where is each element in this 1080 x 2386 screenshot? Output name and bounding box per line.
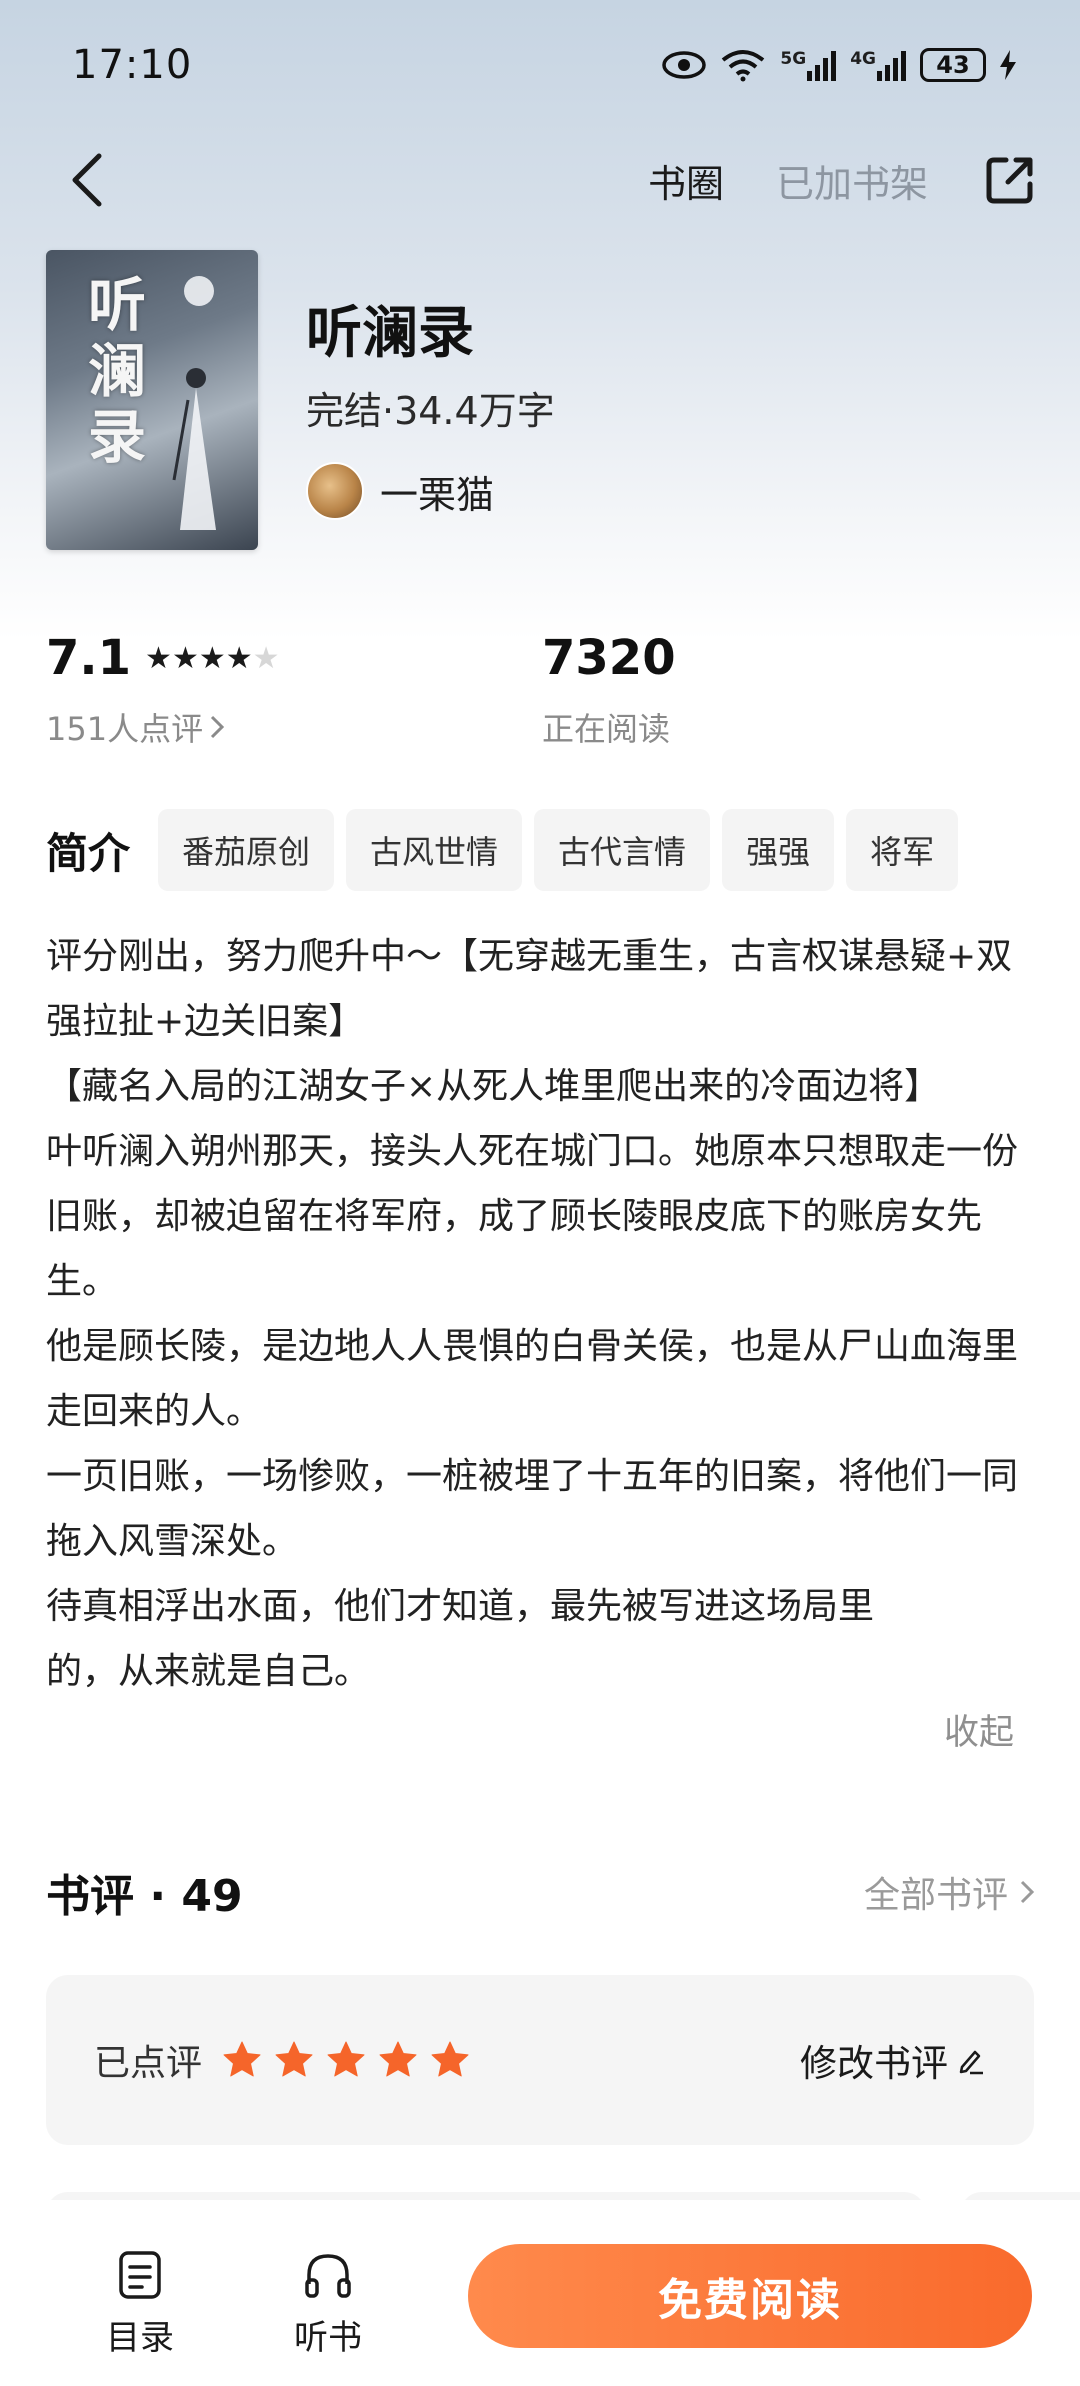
star-filled-icon: ★ (145, 640, 172, 676)
rating-stars: ★ ★ ★ ★ ★ (145, 641, 280, 676)
signal-4g-icon: 4G (850, 49, 906, 81)
free-read-button[interactable]: 免费阅读 (468, 2244, 1032, 2348)
tag-fanqie-original[interactable]: 番茄原创 (158, 809, 335, 891)
share-button[interactable] (980, 150, 1040, 210)
my-review-label: 已点评 (94, 2043, 203, 2084)
cover-figure-illustration (172, 368, 216, 530)
list-icon (119, 2251, 161, 2299)
added-to-shelf-button[interactable]: 已加书架 (776, 153, 928, 208)
toc-label: 目录 (106, 2318, 174, 2358)
readers-block: 7320 正在阅读 (542, 630, 676, 750)
status-bar: 17:10 5G 4G 43 (0, 0, 1080, 130)
rating-count-link[interactable]: 151人点评 (46, 704, 280, 750)
cover-moon (184, 276, 214, 306)
listen-label: 听书 (294, 2318, 362, 2358)
rating-block[interactable]: 7.1 ★ ★ ★ ★ ★ 151人点评 (46, 630, 280, 750)
tag-ancient-style[interactable]: 古风世情 (346, 809, 523, 891)
synopsis-paragraph: 他是顾长陵，是边地人人畏惧的白骨关侯，也是从尸山血海里走回来的人。 (46, 1326, 1019, 1432)
readers-count: 7320 (542, 630, 676, 686)
battery-level: 43 (936, 51, 970, 79)
tag-ancient-romance[interactable]: 古代言情 (534, 809, 711, 891)
intro-row: 简介 番茄原创 古风世情 古代言情 强强 将军 (46, 808, 1046, 892)
author-name: 一栗猫 (380, 472, 495, 517)
toc-button[interactable]: 目录 (80, 2250, 200, 2359)
rating-score: 7.1 (46, 630, 132, 686)
my-review-card: 已点评 修改书评 (46, 1975, 1034, 2145)
eye-icon (662, 50, 707, 80)
my-review-stars[interactable] (222, 2040, 470, 2080)
book-status: 完结·34.4万字 (306, 389, 555, 433)
synopsis-paragraph: 【藏名入局的江湖女子×从死人堆里爬出来的冷面边将】 (46, 1066, 941, 1107)
edit-review-label: 修改书评 (800, 2042, 948, 2085)
book-stats: 7.1 ★ ★ ★ ★ ★ 151人点评 7320 正在阅读 (46, 630, 1046, 750)
signal-5g-label: 5G (780, 49, 807, 69)
status-time: 17:10 (72, 42, 193, 88)
star-icon[interactable] (378, 2040, 418, 2080)
nav-bar: 书圈 已加书架 (0, 130, 1080, 230)
tag-strong-strong[interactable]: 强强 (722, 809, 835, 891)
synopsis-paragraph: 一页旧账，一场惨败，一桩被埋了十五年的旧案，将他们一同拖入风雪深处。 (46, 1456, 1019, 1562)
tag-general[interactable]: 将军 (846, 809, 959, 891)
star-icon[interactable] (222, 2040, 262, 2080)
wifi-icon (720, 48, 766, 82)
chevron-right-icon (211, 715, 225, 739)
back-button[interactable] (56, 150, 116, 210)
star-filled-icon: ★ (171, 640, 199, 676)
edit-review-button[interactable]: 修改书评 (800, 2033, 986, 2087)
reviews-title: 书评 · 49 (46, 1871, 243, 1922)
all-reviews-label: 全部书评 (863, 1875, 1008, 1916)
star-filled-icon: ★ (225, 640, 253, 676)
synopsis-paragraph: 叶听澜入朔州那天，接头人死在城门口。她原本只想取走一份旧账，却被迫留在将军府，成… (46, 1131, 1019, 1302)
author-link[interactable]: 一栗猫 (306, 462, 494, 520)
battery-icon: 43 (920, 48, 986, 82)
nav-actions: 书圈 已加书架 (648, 150, 1040, 210)
synopsis-paragraph: 评分刚出，努力爬升中～【无穿越无重生，古言权谋悬疑+双强拉扯+边关旧案】 (46, 936, 1013, 1042)
star-icon[interactable] (274, 2040, 314, 2080)
signal-4g-label: 4G (850, 49, 876, 69)
bottom-action-bar: 目录 听书 免费阅读 (0, 2200, 1080, 2386)
share-icon (986, 157, 1033, 204)
intro-heading: 简介 (46, 828, 131, 878)
collapse-button[interactable]: 收起 (944, 1704, 1014, 1755)
star-icon[interactable] (430, 2040, 470, 2080)
star-filled-icon: ★ (198, 640, 226, 676)
rating-count: 151人点评 (46, 710, 204, 748)
readers-label: 正在阅读 (542, 710, 671, 748)
all-reviews-link[interactable]: 全部书评 (864, 1866, 1036, 1918)
book-header: 听澜录 听澜录 完结·34.4万字 一栗猫 (46, 250, 1046, 550)
rating-row: 7.1 ★ ★ ★ ★ ★ (46, 630, 280, 686)
chevron-left-icon (72, 153, 102, 207)
listen-button[interactable]: 听书 (268, 2250, 388, 2359)
chevron-right-icon (1020, 1880, 1035, 1904)
pencil-icon (959, 2050, 983, 2075)
signal-5g-icon: 5G (780, 49, 837, 81)
headphones-icon (305, 2254, 351, 2298)
reviews-header: 书评 · 49 全部书评 (46, 1860, 1036, 1924)
book-circle-link[interactable]: 书圈 (648, 153, 724, 208)
avatar (306, 462, 364, 520)
book-cover[interactable]: 听澜录 (46, 250, 258, 550)
synopsis-paragraph: 待真相浮出水面，他们才知道，最先被写进这场局里的，从来就是自己。 (46, 1586, 875, 1692)
star-icon[interactable] (326, 2040, 366, 2080)
star-empty-icon: ★ (252, 640, 280, 676)
charging-icon (1000, 50, 1016, 80)
synopsis: 评分刚出，努力爬升中～【无穿越无重生，古言权谋悬疑+双强拉扯+边关旧案】 【藏名… (46, 924, 1036, 1704)
cover-title: 听澜录 (88, 271, 147, 471)
book-title: 听澜录 (306, 301, 474, 366)
status-icons: 5G 4G 43 (662, 48, 1016, 82)
